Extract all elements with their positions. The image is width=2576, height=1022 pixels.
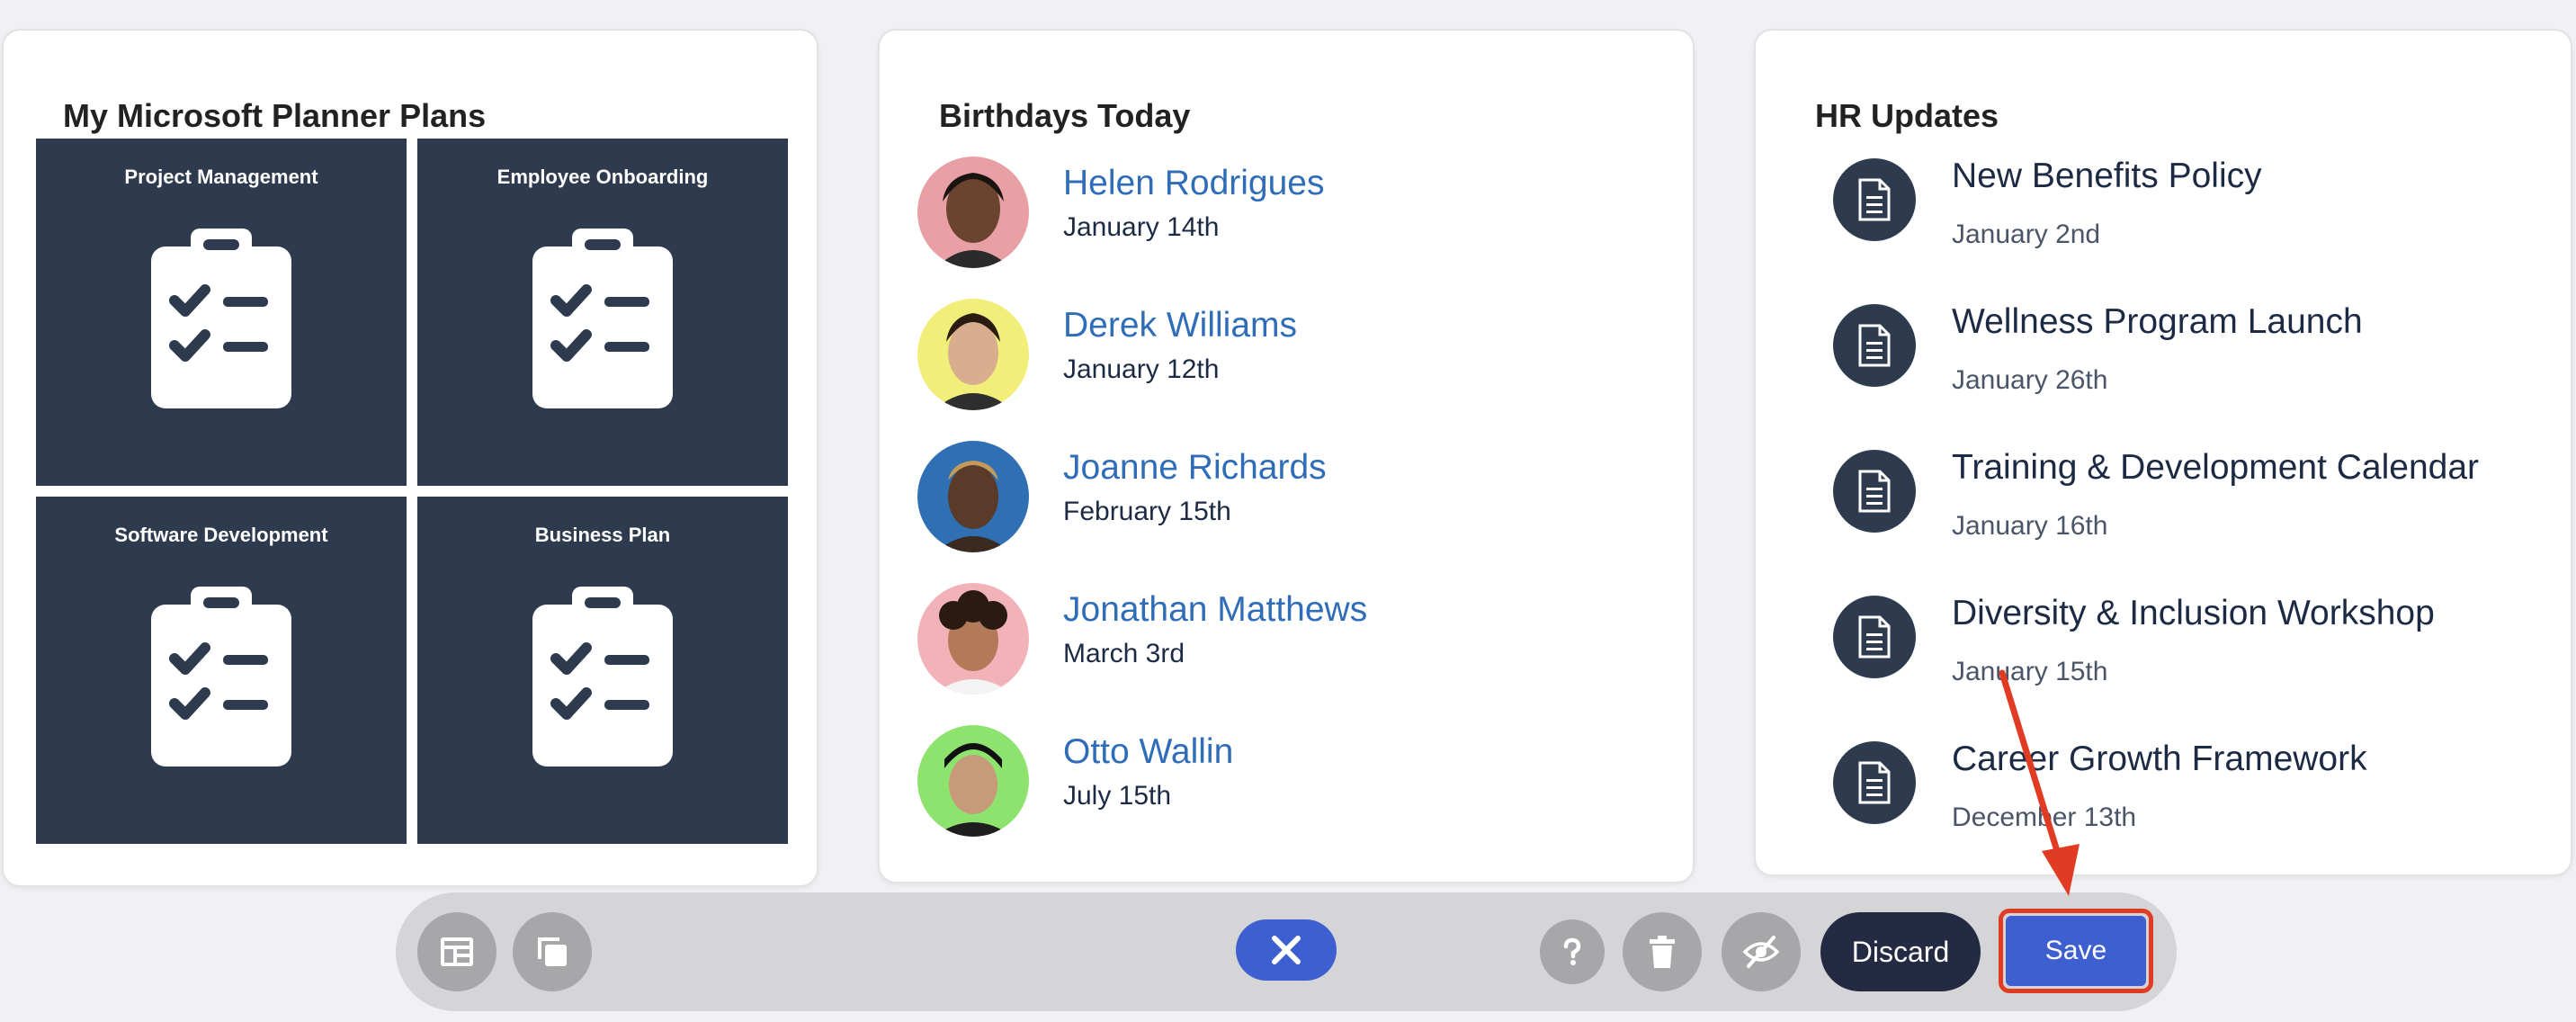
discard-button[interactable]: Discard bbox=[1820, 912, 1981, 991]
hr-update-item[interactable]: Training & Development Calendar January … bbox=[1793, 448, 2549, 565]
birthday-date: February 15th bbox=[1063, 497, 1231, 526]
birthday-item: Otto Wallin July 15th bbox=[917, 725, 1655, 837]
avatar bbox=[917, 441, 1029, 552]
plan-tile-label: Project Management bbox=[124, 166, 318, 188]
avatar bbox=[917, 299, 1029, 410]
hr-update-date: December 13th bbox=[1952, 802, 2137, 832]
birthday-date: January 12th bbox=[1063, 354, 1220, 384]
help-button[interactable] bbox=[1540, 919, 1605, 984]
hr-update-title: New Benefits Policy bbox=[1952, 157, 2262, 195]
hr-update-item[interactable]: Wellness Program Launch January 26th bbox=[1793, 302, 2549, 419]
clipboard-checklist-icon bbox=[532, 587, 673, 766]
clipboard-checklist-icon bbox=[151, 229, 291, 408]
document-icon bbox=[1833, 596, 1916, 678]
birthday-name-link[interactable]: Joanne Richards bbox=[1063, 448, 1327, 488]
avatar bbox=[917, 725, 1029, 837]
clipboard-checklist-icon bbox=[151, 587, 291, 766]
plan-tile-label: Employee Onboarding bbox=[496, 166, 709, 188]
planner-plans-card: My Microsoft Planner Plans Project Manag… bbox=[2, 29, 818, 887]
plan-tile-software-development[interactable]: Software Development bbox=[36, 497, 407, 844]
layout-button[interactable] bbox=[417, 912, 496, 991]
birthdays-card-title: Birthdays Today bbox=[939, 97, 1191, 134]
hr-update-date: January 16th bbox=[1952, 511, 2108, 541]
document-icon bbox=[1833, 741, 1916, 824]
plan-tile-employee-onboarding[interactable]: Employee Onboarding bbox=[417, 139, 788, 486]
trash-icon bbox=[1650, 936, 1675, 968]
birthday-item: Jonathan Matthews March 3rd bbox=[917, 583, 1655, 695]
birthday-name-link[interactable]: Helen Rodrigues bbox=[1063, 164, 1325, 203]
edit-toolbar: Discard Save bbox=[396, 892, 2177, 1011]
clipboard-checklist-icon bbox=[532, 229, 673, 408]
birthday-name-link[interactable]: Jonathan Matthews bbox=[1063, 590, 1367, 630]
hr-update-title: Training & Development Calendar bbox=[1952, 448, 2480, 487]
plan-tile-project-management[interactable]: Project Management bbox=[36, 139, 407, 486]
avatar bbox=[917, 583, 1029, 695]
plan-tile-business-plan[interactable]: Business Plan bbox=[417, 497, 788, 844]
save-button-highlight: Save bbox=[1999, 909, 2153, 993]
birthday-name-link[interactable]: Otto Wallin bbox=[1063, 732, 1233, 772]
hide-button[interactable] bbox=[1722, 912, 1801, 991]
hr-update-item[interactable]: New Benefits Policy January 2nd bbox=[1793, 157, 2549, 273]
close-icon bbox=[1272, 936, 1301, 964]
birthday-item: Joanne Richards February 15th bbox=[917, 441, 1655, 552]
hr-card-title: HR Updates bbox=[1815, 97, 1999, 134]
birthday-date: January 14th bbox=[1063, 212, 1220, 242]
birthday-name-link[interactable]: Derek Williams bbox=[1063, 306, 1297, 345]
document-icon bbox=[1833, 450, 1916, 533]
eye-slash-icon bbox=[1742, 936, 1780, 968]
plan-tile-label: Software Development bbox=[114, 524, 328, 546]
document-icon bbox=[1833, 304, 1916, 387]
birthdays-card: Birthdays Today Helen Rodrigues January … bbox=[878, 29, 1695, 883]
close-button[interactable] bbox=[1236, 919, 1337, 981]
hr-update-item[interactable]: Career Growth Framework December 13th bbox=[1793, 740, 2549, 856]
plan-tile-label: Business Plan bbox=[534, 524, 671, 546]
hr-update-date: January 26th bbox=[1952, 365, 2108, 395]
planner-card-title: My Microsoft Planner Plans bbox=[63, 97, 487, 134]
birthday-item: Helen Rodrigues January 14th bbox=[917, 157, 1655, 268]
hr-update-title: Wellness Program Launch bbox=[1952, 302, 2363, 341]
hr-update-title: Career Growth Framework bbox=[1952, 740, 2367, 778]
birthday-date: March 3rd bbox=[1063, 639, 1185, 668]
save-button[interactable]: Save bbox=[2006, 916, 2146, 986]
document-icon bbox=[1833, 158, 1916, 241]
layout-icon bbox=[441, 937, 473, 966]
hr-update-date: January 2nd bbox=[1952, 220, 2101, 249]
help-icon bbox=[1563, 937, 1581, 965]
hr-updates-card: HR Updates New Benefits Policy January 2… bbox=[1754, 29, 2572, 876]
avatar bbox=[917, 157, 1029, 268]
hr-update-item[interactable]: Diversity & Inclusion Workshop January 1… bbox=[1793, 594, 2549, 711]
birthday-item: Derek Williams January 12th bbox=[917, 299, 1655, 410]
hr-update-title: Diversity & Inclusion Workshop bbox=[1952, 594, 2435, 632]
copy-icon bbox=[538, 937, 567, 966]
birthday-date: July 15th bbox=[1063, 781, 1172, 811]
delete-button[interactable] bbox=[1623, 912, 1702, 991]
copy-button[interactable] bbox=[513, 912, 592, 991]
hr-update-date: January 15th bbox=[1952, 657, 2108, 686]
